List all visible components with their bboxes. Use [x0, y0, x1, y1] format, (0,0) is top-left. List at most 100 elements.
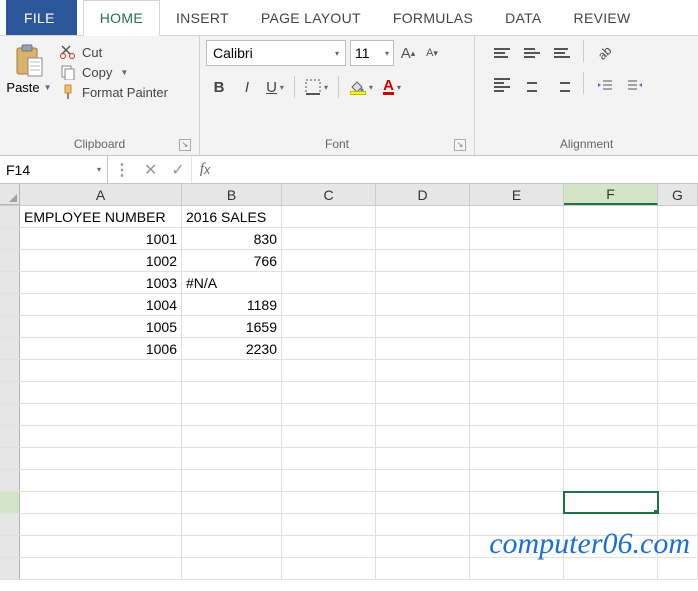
cell-D2[interactable] [376, 228, 470, 249]
increase-indent-button[interactable] [622, 72, 648, 98]
cell-D13[interactable] [376, 470, 470, 491]
cell-G13[interactable] [658, 470, 698, 491]
cell-D5[interactable] [376, 294, 470, 315]
orientation-button[interactable]: ab [592, 40, 618, 66]
row-header[interactable] [0, 558, 20, 579]
cell-G11[interactable] [658, 426, 698, 447]
fx-icon[interactable]: fx [192, 156, 218, 183]
cell-B5[interactable]: 1189 [182, 294, 282, 315]
cell-F5[interactable] [564, 294, 658, 315]
fill-color-button[interactable]: ▾ [345, 74, 377, 100]
cell-B15[interactable] [182, 514, 282, 535]
cell-C8[interactable] [282, 360, 376, 381]
cell-E8[interactable] [470, 360, 564, 381]
decrease-indent-button[interactable] [592, 72, 618, 98]
col-header-D[interactable]: D [376, 184, 470, 205]
cell-D6[interactable] [376, 316, 470, 337]
cell-G6[interactable] [658, 316, 698, 337]
cell-D3[interactable] [376, 250, 470, 271]
tab-insert[interactable]: INSERT [160, 0, 245, 35]
cell-C12[interactable] [282, 448, 376, 469]
copy-button[interactable]: Copy▼ [60, 64, 168, 80]
cell-E2[interactable] [470, 228, 564, 249]
cell-B9[interactable] [182, 382, 282, 403]
cell-D17[interactable] [376, 558, 470, 579]
cell-D10[interactable] [376, 404, 470, 425]
cell-E9[interactable] [470, 382, 564, 403]
cell-B17[interactable] [182, 558, 282, 579]
cell-A6[interactable]: 1005 [20, 316, 182, 337]
cell-C16[interactable] [282, 536, 376, 557]
cell-E6[interactable] [470, 316, 564, 337]
cell-B10[interactable] [182, 404, 282, 425]
cell-G12[interactable] [658, 448, 698, 469]
cell-B8[interactable] [182, 360, 282, 381]
format-painter-button[interactable]: Format Painter [60, 84, 168, 100]
cell-A1[interactable]: EMPLOYEE NUMBER [20, 206, 182, 227]
cell-A15[interactable] [20, 514, 182, 535]
cell-E10[interactable] [470, 404, 564, 425]
cell-B3[interactable]: 766 [182, 250, 282, 271]
cell-A16[interactable] [20, 536, 182, 557]
tab-home[interactable]: HOME [83, 0, 160, 36]
cell-B12[interactable] [182, 448, 282, 469]
cell-D12[interactable] [376, 448, 470, 469]
cell-F9[interactable] [564, 382, 658, 403]
cell-F6[interactable] [564, 316, 658, 337]
cell-G4[interactable] [658, 272, 698, 293]
cell-E3[interactable] [470, 250, 564, 271]
font-color-button[interactable]: A▾ [379, 74, 405, 100]
cell-G5[interactable] [658, 294, 698, 315]
row-header[interactable] [0, 448, 20, 469]
row-header[interactable] [0, 360, 20, 381]
cell-E4[interactable] [470, 272, 564, 293]
tab-formulas[interactable]: FORMULAS [377, 0, 489, 35]
align-middle-button[interactable] [519, 40, 545, 66]
cell-B16[interactable] [182, 536, 282, 557]
cell-F10[interactable] [564, 404, 658, 425]
cell-B6[interactable]: 1659 [182, 316, 282, 337]
cell-A8[interactable] [20, 360, 182, 381]
cell-B4[interactable]: #N/A [182, 272, 282, 293]
name-box[interactable]: F14▾ [0, 156, 108, 183]
tab-file[interactable]: FILE [6, 0, 77, 35]
align-bottom-button[interactable] [549, 40, 575, 66]
cell-D11[interactable] [376, 426, 470, 447]
font-size-select[interactable]: 11▾ [350, 40, 394, 66]
row-header[interactable] [0, 470, 20, 491]
row-header[interactable] [0, 426, 20, 447]
cell-F8[interactable] [564, 360, 658, 381]
cell-A17[interactable] [20, 558, 182, 579]
align-center-button[interactable] [519, 72, 545, 98]
row-header[interactable] [0, 514, 20, 535]
cell-F11[interactable] [564, 426, 658, 447]
cell-F3[interactable] [564, 250, 658, 271]
col-header-F[interactable]: F [564, 184, 658, 205]
cell-F14[interactable] [564, 492, 658, 513]
cell-E11[interactable] [470, 426, 564, 447]
cell-B11[interactable] [182, 426, 282, 447]
increase-font-button[interactable]: A▴ [398, 43, 418, 63]
cell-A9[interactable] [20, 382, 182, 403]
cell-F4[interactable] [564, 272, 658, 293]
cell-B14[interactable] [182, 492, 282, 513]
cell-F2[interactable] [564, 228, 658, 249]
cell-A14[interactable] [20, 492, 182, 513]
cell-C11[interactable] [282, 426, 376, 447]
col-header-C[interactable]: C [282, 184, 376, 205]
cell-F12[interactable] [564, 448, 658, 469]
cell-F13[interactable] [564, 470, 658, 491]
row-header[interactable] [0, 316, 20, 337]
cell-C2[interactable] [282, 228, 376, 249]
decrease-font-button[interactable]: A▾ [422, 43, 442, 63]
cell-G7[interactable] [658, 338, 698, 359]
col-header-A[interactable]: A [20, 184, 182, 205]
cell-F17[interactable] [564, 558, 658, 579]
cell-A13[interactable] [20, 470, 182, 491]
cell-G3[interactable] [658, 250, 698, 271]
col-header-E[interactable]: E [470, 184, 564, 205]
align-top-button[interactable] [489, 40, 515, 66]
cell-D14[interactable] [376, 492, 470, 513]
cell-C13[interactable] [282, 470, 376, 491]
cell-G17[interactable] [658, 558, 698, 579]
